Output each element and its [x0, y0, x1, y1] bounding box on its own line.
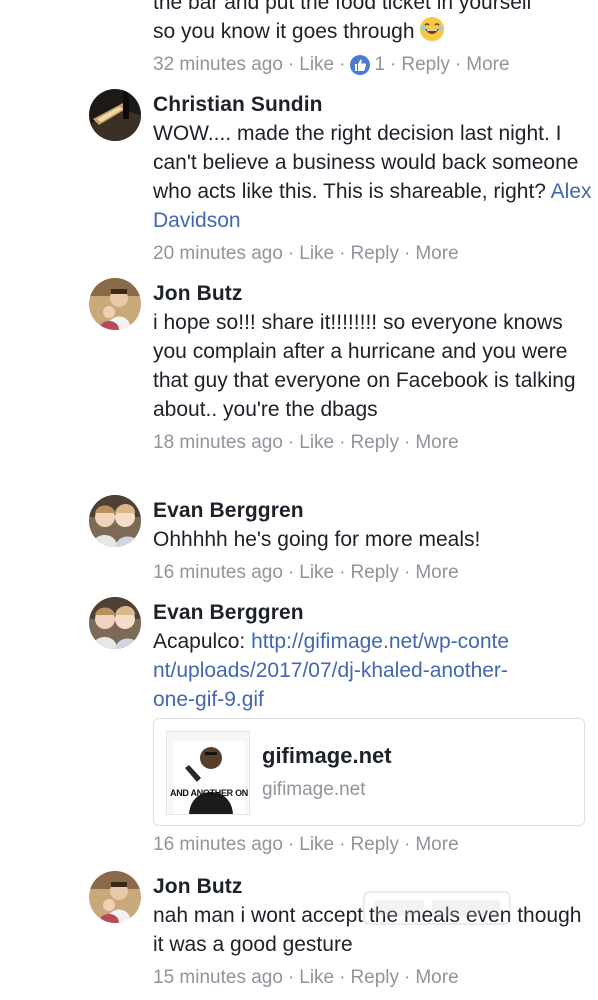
comment-text-part: Acapulco:: [153, 630, 246, 653]
comment-meta: 18 minutes ago · Like · Reply · More: [153, 430, 593, 456]
link-preview-domain: gifimage.net: [262, 779, 366, 800]
commenter-name[interactable]: Jon Butz: [153, 873, 593, 901]
reply-link[interactable]: Reply: [350, 965, 399, 991]
comment-text: nah man i wont accept the meals even tho…: [153, 904, 582, 956]
comment-text-line: the bar and put the food ticket in yours…: [153, 0, 532, 14]
comment-meta: 32 minutes ago · Like · 1 · Reply · More: [153, 52, 593, 78]
comment-meta: 15 minutes ago · Like · Reply · More: [153, 965, 593, 991]
reply-link[interactable]: Reply: [350, 832, 399, 858]
comment-text-part: so you know it goes through: [153, 20, 415, 43]
comment-text-line: so you know it goes through: [153, 17, 593, 46]
more-link[interactable]: More: [415, 832, 458, 858]
comment-timestamp: 20 minutes ago: [153, 243, 283, 264]
comment-text: i hope so!!! share it!!!!!!!! so everyon…: [153, 311, 576, 421]
avatar[interactable]: [89, 495, 141, 547]
comment-timestamp: 18 minutes ago: [153, 432, 283, 453]
laughing-emoji-icon: [420, 17, 445, 41]
comment-timestamp: 15 minutes ago: [153, 967, 283, 988]
comment-text-part: WOW.... made the right decision last nig…: [153, 122, 579, 203]
more-link[interactable]: More: [415, 241, 458, 267]
reply-link[interactable]: Reply: [401, 52, 450, 78]
more-link[interactable]: More: [466, 52, 509, 78]
avatar[interactable]: [89, 89, 141, 141]
comment-text: Ohhhhh he's going for more meals!: [153, 528, 481, 551]
link-preview-thumbnail: AND ANOTHER ON: [166, 731, 250, 815]
comment-text: Acapulco: http://gifimage.net/wp-content…: [153, 627, 513, 714]
like-link[interactable]: Like: [299, 241, 334, 267]
more-link[interactable]: More: [415, 430, 458, 456]
avatar[interactable]: [89, 597, 141, 649]
reply-link[interactable]: Reply: [350, 560, 399, 586]
reply-link[interactable]: Reply: [350, 241, 399, 267]
thumbnail-caption: AND ANOTHER ON: [170, 788, 248, 798]
like-link[interactable]: Like: [299, 430, 334, 456]
link-preview-card[interactable]: AND ANOTHER ON gifimage.net gifimage.net: [153, 718, 585, 826]
comment-timestamp: 32 minutes ago: [153, 54, 283, 75]
commenter-name[interactable]: Jon Butz: [153, 280, 593, 308]
more-link[interactable]: More: [415, 965, 458, 991]
like-count[interactable]: 1: [374, 52, 385, 78]
commenter-name[interactable]: Evan Berggren: [153, 599, 593, 627]
more-link[interactable]: More: [415, 560, 458, 586]
comment-text: the bar and put the food ticket in yours…: [153, 0, 593, 46]
link-preview-title[interactable]: gifimage.net: [262, 743, 392, 769]
like-link[interactable]: Like: [299, 965, 334, 991]
commenter-name[interactable]: Christian Sundin: [153, 91, 593, 119]
avatar[interactable]: [89, 278, 141, 330]
like-link[interactable]: Like: [299, 52, 334, 78]
comment-timestamp: 16 minutes ago: [153, 834, 283, 855]
comment-timestamp: 16 minutes ago: [153, 562, 283, 583]
thumbs-up-icon: [350, 55, 371, 75]
comment-meta: 20 minutes ago · Like · Reply · More: [153, 241, 593, 267]
reply-link[interactable]: Reply: [350, 430, 399, 456]
avatar[interactable]: [89, 871, 141, 923]
like-link[interactable]: Like: [299, 560, 334, 586]
commenter-name[interactable]: Evan Berggren: [153, 497, 593, 525]
like-link[interactable]: Like: [299, 832, 334, 858]
comment-text: WOW.... made the right decision last nig…: [153, 119, 593, 235]
comment-meta: 16 minutes ago · Like · Reply · More: [153, 560, 593, 586]
comment-meta: 16 minutes ago · Like · Reply · More: [153, 832, 593, 858]
